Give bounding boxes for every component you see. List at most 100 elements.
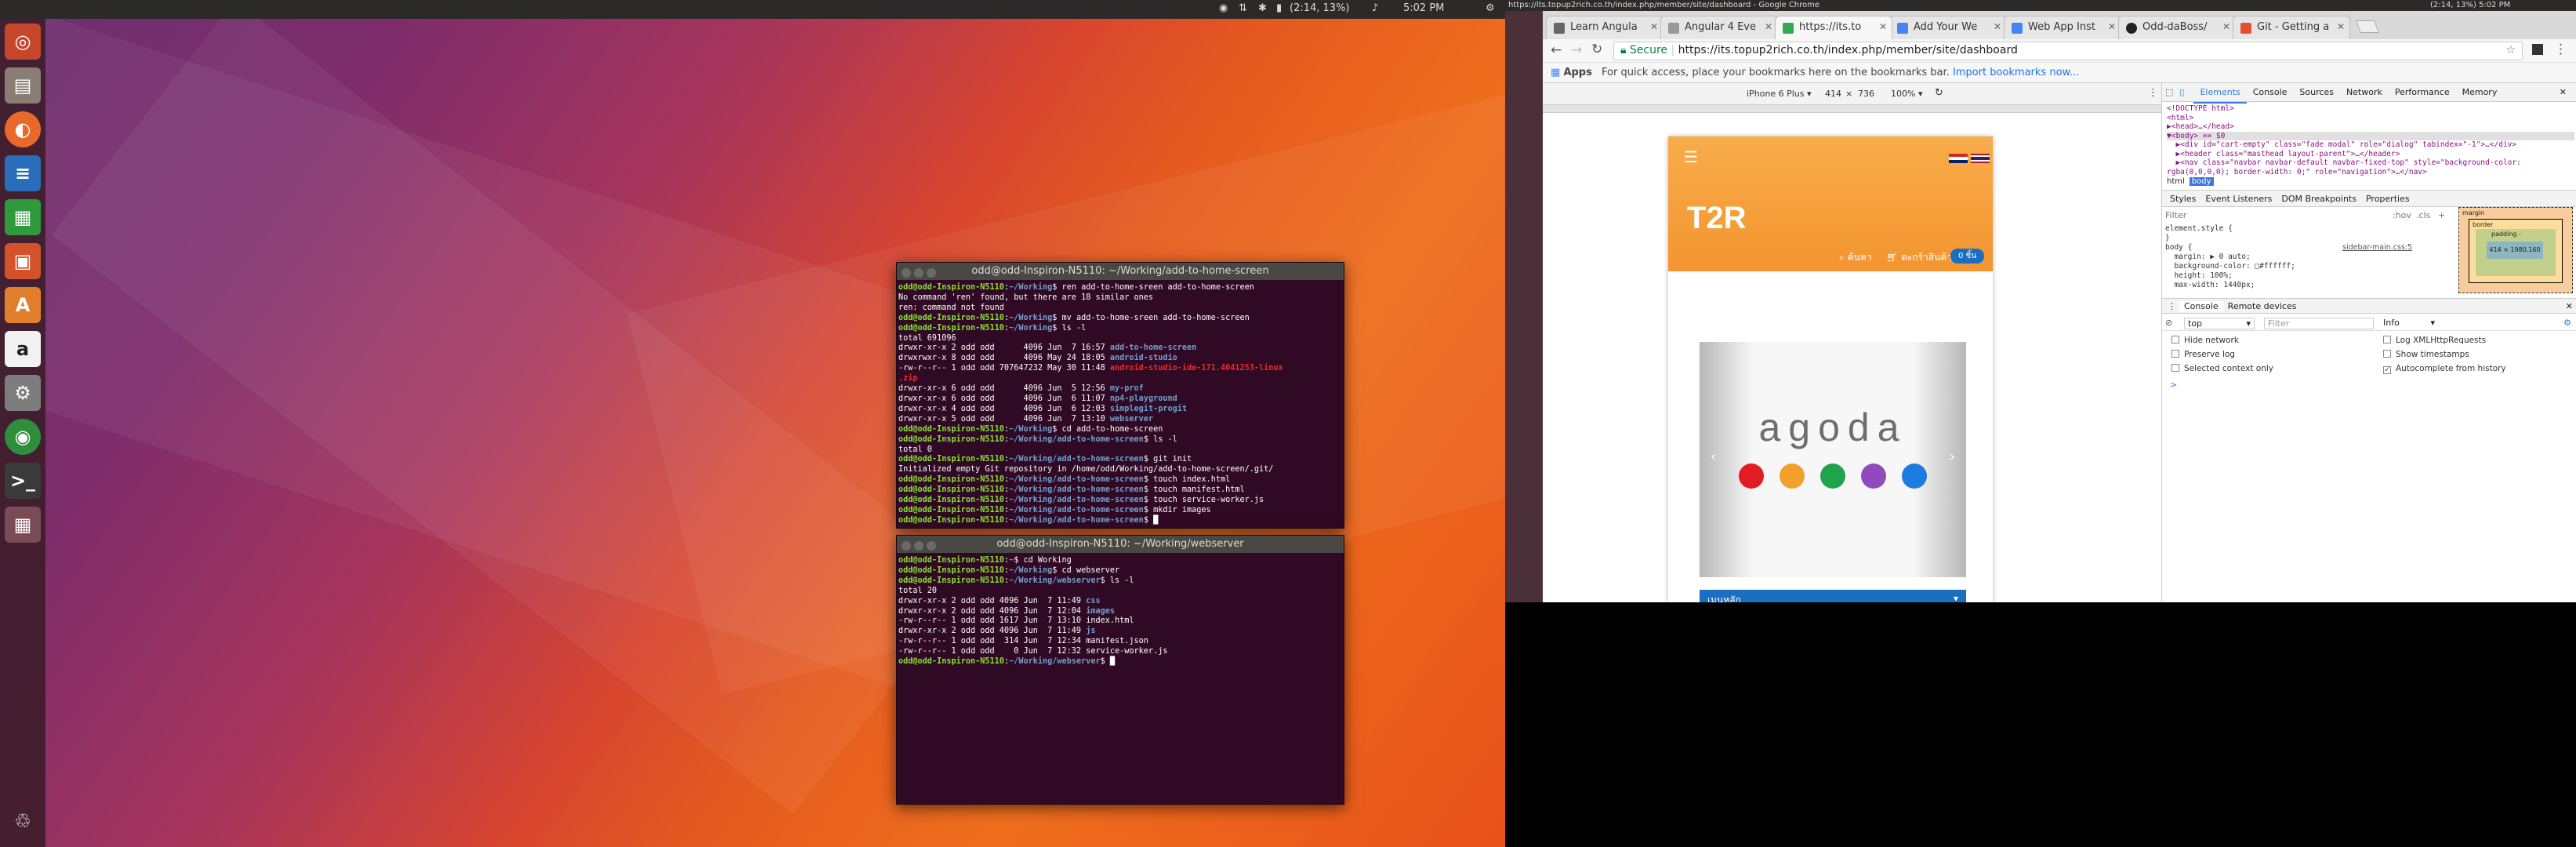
styles-tab[interactable]: Properties (2361, 194, 2415, 204)
close-icon[interactable]: ✕ (2553, 83, 2573, 102)
console-option-checkbox[interactable]: Preserve log (2171, 350, 2235, 359)
settings-icon[interactable]: ⚙ (5, 375, 41, 411)
context-select[interactable]: top ▾ (2184, 318, 2255, 329)
css-rule-line[interactable]: } (2165, 234, 2361, 243)
log-level-select[interactable]: Info ▾ (2383, 318, 2438, 328)
apps-icon[interactable]: ▦ (1551, 67, 1560, 78)
devtools-tab-console[interactable]: Console (2247, 83, 2294, 102)
inspect-icon[interactable]: ⬚ (2162, 83, 2176, 102)
css-rule-line[interactable]: body { (2165, 243, 2361, 253)
devtools-tab-sources[interactable]: Sources (2293, 83, 2340, 102)
styles-tab[interactable]: Event Listeners (2200, 194, 2277, 204)
network-icon[interactable]: ⇅ (1239, 2, 1247, 14)
terminal-icon[interactable]: >_ (5, 463, 41, 499)
device-height[interactable]: 736 (1858, 89, 1874, 99)
device-width[interactable]: 414 (1825, 89, 1841, 99)
close-icon[interactable] (902, 541, 911, 551)
console-option-checkbox[interactable]: Selected context only (2171, 364, 2273, 373)
volume-icon[interactable]: ♪ (1372, 2, 1378, 14)
dom-node[interactable]: ▶<header class="masthead layout-parent">… (2167, 150, 2574, 159)
menu-icon[interactable]: ⋮ (2554, 42, 2567, 57)
power-gear-icon[interactable]: ⚙ (1486, 2, 1495, 14)
minimize-icon[interactable] (914, 268, 923, 278)
dom-node[interactable]: <html> (2167, 114, 2574, 123)
media-query-bar[interactable] (1543, 105, 2161, 113)
wifi-icon[interactable]: ◉ (1219, 2, 1228, 14)
tab[interactable]: Web App Inst ✕ (2004, 16, 2121, 39)
console-option-checkbox[interactable]: ✓ Autocomplete from history (2383, 364, 2506, 374)
battery-icon[interactable]: ▮ (1276, 2, 1282, 14)
styles-tab[interactable]: Styles (2165, 194, 2200, 204)
hamburger-icon[interactable]: ☰ (1684, 147, 1698, 166)
software-center-icon[interactable]: A (5, 287, 41, 323)
tab-active[interactable]: https://its.to ✕ (1775, 16, 1892, 39)
dom-node[interactable]: ▶<head>…</head> (2167, 122, 2574, 132)
reload-icon[interactable]: ↻ (1591, 42, 1602, 57)
dash-icon[interactable]: ◎ (5, 24, 41, 60)
cart-link[interactable]: 🛒︎ ตะกร้าสินค้า (1886, 250, 1952, 265)
cls-toggle[interactable]: .cls (2416, 210, 2430, 220)
more-icon[interactable]: ⋮ (2148, 87, 2158, 99)
styles-tab[interactable]: DOM Breakpoints (2277, 194, 2361, 204)
console-option-checkbox[interactable]: Hide network (2171, 336, 2239, 345)
tab[interactable]: Odd-daBoss/✕ (2118, 16, 2236, 39)
console-settings-icon[interactable]: ⚙ (2563, 318, 2571, 328)
new-tab-button[interactable] (2356, 20, 2379, 33)
maximize-icon[interactable] (927, 268, 936, 278)
device-toggle-icon[interactable]: ▯ (2176, 83, 2187, 102)
styles-filter[interactable]: Filter :hov .cls + (2165, 210, 2455, 220)
add-rule-icon[interactable]: + (2438, 210, 2445, 220)
terminal-output[interactable]: odd@odd-Inspiron-N5110:~/Working$ ren ad… (897, 280, 1344, 528)
terminal-window[interactable]: odd@odd-Inspiron-N5110: ~/Working/webser… (896, 535, 1344, 805)
drawer-tab-remote[interactable]: Remote devices (2223, 301, 2302, 311)
flag-th-icon[interactable] (1971, 154, 1990, 163)
flag-en-icon[interactable] (1949, 154, 1968, 163)
terminal-window[interactable]: odd@odd-Inspiron-N5110: ~/Working/add-to… (896, 262, 1344, 529)
tab[interactable]: Angular 4 Eve ✕ (1660, 16, 1778, 39)
bluetooth-icon[interactable]: ✱ (1258, 2, 1267, 14)
close-drawer-icon[interactable]: ✕ (2566, 301, 2573, 311)
next-arrow-icon[interactable]: › (1950, 449, 1955, 465)
import-bookmarks-link[interactable]: Import bookmarks now... (1953, 67, 2079, 78)
forward-icon[interactable]: → (1571, 42, 1582, 58)
amazon-icon[interactable]: a (5, 331, 41, 367)
dom-node[interactable]: <!DOCTYPE html> (2167, 104, 2574, 114)
console-prompt[interactable]: > (2170, 380, 2177, 390)
breadcrumb-body[interactable]: body (2189, 177, 2214, 186)
tab[interactable]: Git - Getting a ✕ (2233, 16, 2350, 39)
css-rule-line[interactable]: max-width: 1440px; (2165, 281, 2361, 290)
trash-icon[interactable]: ♲ (5, 803, 41, 839)
css-rules[interactable]: element.style {} body { margin: ▶ 0 auto;… (2165, 224, 2361, 290)
close-icon[interactable] (902, 268, 911, 278)
devtools-tab-performance[interactable]: Performance (2389, 83, 2456, 102)
apps-link[interactable]: Apps (1563, 67, 1591, 78)
impress-icon[interactable]: ▣ (5, 243, 41, 279)
breadcrumb-html[interactable]: html (2162, 177, 2190, 186)
maximize-icon[interactable] (927, 541, 936, 551)
console-option-checkbox[interactable]: Log XMLHttpRequests (2383, 336, 2486, 345)
close-tab-icon[interactable]: ✕ (2108, 21, 2116, 32)
dom-node[interactable]: ▶<div id="cart-empty" class="fade modal"… (2167, 140, 2574, 150)
close-tab-icon[interactable]: ✕ (1879, 21, 1887, 32)
promo-banner[interactable]: agoda ‹ › (1700, 342, 1966, 577)
drawer-menu-icon[interactable]: ⋮ (2164, 301, 2179, 311)
writer-icon[interactable]: ≡ (5, 155, 41, 191)
rotate-icon[interactable]: ↻ (1935, 87, 1943, 99)
address-bar[interactable]: 🔒︎ Secure | https://its.topup2rich.co.th… (1613, 42, 2523, 60)
calc-icon[interactable]: ▦ (5, 199, 41, 235)
close-tab-icon[interactable]: ✕ (1650, 21, 1658, 32)
rule-source-link[interactable]: sidebar-main.css:5 (2342, 243, 2412, 252)
clear-console-icon[interactable]: ⊘ (2165, 318, 2172, 328)
search-link[interactable]: ⌕ ค้นหา (1839, 250, 1871, 265)
chrome-icon[interactable]: ◉ (5, 419, 41, 455)
workspace-icon[interactable]: ▦ (5, 507, 41, 543)
device-select[interactable]: iPhone 6 Plus ▾ (1747, 89, 1812, 99)
terminal-titlebar[interactable]: odd@odd-Inspiron-N5110: ~/Working/add-to… (897, 263, 1344, 280)
dom-tree[interactable]: <!DOCTYPE html> <html> ▶<head>…</head> ▼<bo… (2167, 104, 2574, 176)
dom-node[interactable]: ▶<nav class="navbar navbar-default navba… (2167, 158, 2574, 168)
css-rule-line[interactable]: element.style { (2165, 224, 2361, 234)
extension-icon[interactable] (2532, 44, 2543, 55)
devtools-tab-elements[interactable]: Elements (2193, 83, 2247, 104)
prev-arrow-icon[interactable]: ‹ (1711, 449, 1716, 465)
bottom-menu-bar[interactable]: เมนูหลัก ▾ (1700, 590, 1966, 602)
